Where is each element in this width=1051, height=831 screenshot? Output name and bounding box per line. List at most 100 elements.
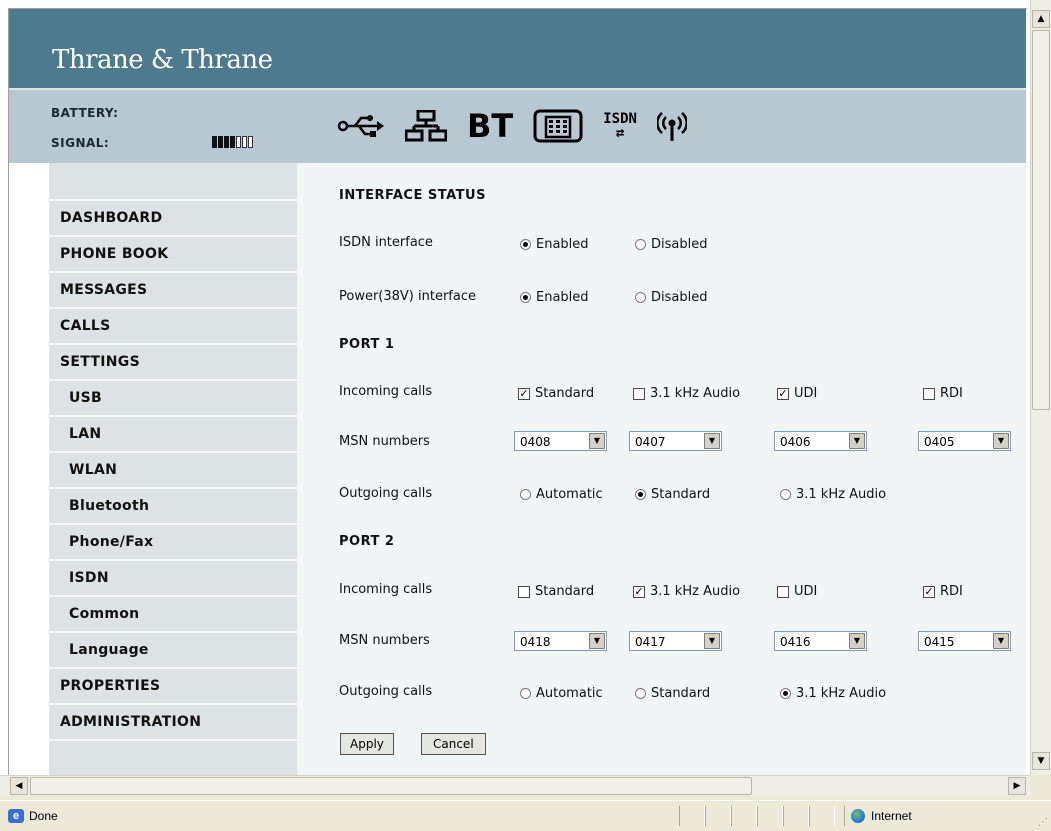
port1-outgoing-automatic-radio[interactable]: Automatic [520,487,603,502]
sidebar-item-language[interactable]: Language [49,633,297,669]
vertical-scrollbar[interactable]: ▲ ▼ [1030,0,1051,775]
radio-label: Standard [651,487,711,502]
radio-indicator[interactable] [635,489,646,500]
scroll-up-icon[interactable]: ▲ [1032,10,1050,28]
sidebar-item-phone-book[interactable]: PHONE BOOK [49,237,297,273]
chevron-down-icon[interactable]: ▼ [589,633,605,649]
scroll-down-icon[interactable]: ▼ [1032,752,1050,770]
port1-msn-select-4[interactable]: 0405 ▼ [918,431,1011,451]
isdn-settings-form: INTERFACE STATUS ISDN interface Enabled … [297,163,1026,775]
chevron-down-icon[interactable]: ▼ [849,633,865,649]
sidebar-item-properties[interactable]: PROPERTIES [49,669,297,705]
radio-indicator[interactable] [520,292,531,303]
chevron-down-icon[interactable]: ▼ [704,433,720,449]
cancel-button[interactable]: Cancel [421,733,486,755]
port1-title: PORT 1 [339,337,395,352]
port2-outgoing-automatic-radio[interactable]: Automatic [520,686,603,701]
port1-outgoing-standard-radio[interactable]: Standard [635,487,710,502]
chevron-down-icon[interactable]: ▼ [993,433,1009,449]
status-pane [679,806,705,826]
chevron-down-icon[interactable]: ▼ [589,433,605,449]
checkbox-box[interactable]: ✓ [777,387,789,400]
chevron-down-icon[interactable]: ▼ [993,633,1009,649]
port1-incoming-rdi-checkbox[interactable]: RDI [923,386,963,401]
isdn-interface-disabled-radio[interactable]: Disabled [635,237,707,252]
sidebar-item-dashboard[interactable]: DASHBOARD [49,201,297,237]
status-done: e Done [8,809,58,823]
checkbox-box[interactable] [923,387,935,400]
device-status-bar: BATTERY: SIGNAL: BT ISDN ⇄ [9,88,1026,163]
select-value: 0408 [520,435,551,449]
port1-msn-select-3[interactable]: 0406 ▼ [774,431,867,451]
port2-incoming-rdi-checkbox[interactable]: ✓ RDI [923,584,963,599]
sidebar-item-wlan[interactable]: WLAN [49,453,297,489]
checkbox-label: RDI [940,386,963,401]
checkbox-label: Standard [535,584,595,599]
port2-incoming-udi-checkbox[interactable]: UDI [777,584,817,599]
signal-bar [218,136,223,148]
checkbox-box[interactable]: ✓ [518,387,530,400]
chevron-down-icon[interactable]: ▼ [704,633,720,649]
power-interface-disabled-radio[interactable]: Disabled [635,290,707,305]
port2-incoming-audio-checkbox[interactable]: ✓ 3.1 kHz Audio [633,584,740,599]
port2-outgoing-audio-radio[interactable]: 3.1 kHz Audio [780,686,886,701]
horizontal-scrollbar[interactable]: ◀ ▶ [0,775,1030,796]
scroll-left-icon[interactable]: ◀ [10,777,28,795]
radio-indicator[interactable] [520,489,531,500]
checkbox-box[interactable] [777,585,789,598]
port2-msn-select-4[interactable]: 0415 ▼ [918,631,1011,651]
signal-bar [224,136,229,148]
port2-msn-select-2[interactable]: 0417 ▼ [629,631,722,651]
security-zone: Internet [844,806,1031,826]
checkbox-box[interactable]: ✓ [633,585,645,598]
apply-button[interactable]: Apply [340,733,394,755]
port1-msn-select-1[interactable]: 0408 ▼ [514,431,607,451]
lan-icon[interactable] [405,106,447,146]
brand-logo: Thrane & Thrane [52,45,273,75]
port1-incoming-udi-checkbox[interactable]: ✓ UDI [777,386,817,401]
checkbox-box[interactable]: ✓ [923,585,935,598]
sidebar-item-settings[interactable]: SETTINGS [49,345,297,381]
checkbox-box[interactable] [518,585,530,598]
sidebar-item-usb[interactable]: USB [49,381,297,417]
port2-outgoing-standard-radio[interactable]: Standard [635,686,710,701]
scroll-right-icon[interactable]: ▶ [1008,777,1026,795]
sidebar-item-bluetooth[interactable]: Bluetooth [49,489,297,525]
radio-indicator[interactable] [635,292,646,303]
resize-grip-icon[interactable]: ⋰ [1038,817,1048,828]
radio-indicator[interactable] [635,688,646,699]
sidebar-item-isdn[interactable]: ISDN [49,561,297,597]
sidebar-item-phone-fax[interactable]: Phone/Fax [49,525,297,561]
radio-indicator[interactable] [635,239,646,250]
phone-fax-icon[interactable] [533,106,583,146]
sidebar-item-lan[interactable]: LAN [49,417,297,453]
sidebar-item-common[interactable]: Common [49,597,297,633]
port2-msn-select-3[interactable]: 0416 ▼ [774,631,867,651]
scrollbar-corner [1030,775,1051,796]
port1-outgoing-audio-radio[interactable]: 3.1 kHz Audio [780,487,886,502]
checkbox-box[interactable] [633,387,645,400]
sidebar-item-messages[interactable]: MESSAGES [49,273,297,309]
usb-icon[interactable] [337,106,385,146]
radio-indicator[interactable] [520,688,531,699]
port2-msn-select-1[interactable]: 0418 ▼ [514,631,607,651]
bluetooth-icon[interactable]: BT [467,106,513,146]
radio-indicator[interactable] [780,489,791,500]
radio-indicator[interactable] [780,688,791,699]
wlan-icon[interactable] [656,106,687,146]
port1-incoming-standard-checkbox[interactable]: ✓ Standard [518,386,594,401]
horizontal-scroll-thumb[interactable] [30,777,752,795]
isdn-interface-enabled-radio[interactable]: Enabled [520,237,589,252]
port1-incoming-audio-checkbox[interactable]: 3.1 kHz Audio [633,386,740,401]
power-interface-enabled-radio[interactable]: Enabled [520,290,589,305]
vertical-scroll-thumb[interactable] [1032,30,1050,410]
port2-incoming-standard-checkbox[interactable]: Standard [518,584,594,599]
status-pane [705,806,731,826]
sidebar-item-calls[interactable]: CALLS [49,309,297,345]
radio-indicator[interactable] [520,239,531,250]
sidebar-item-administration[interactable]: ADMINISTRATION [49,705,297,741]
port1-msn-select-2[interactable]: 0407 ▼ [629,431,722,451]
sidebar-spacer [49,163,297,201]
chevron-down-icon[interactable]: ▼ [849,433,865,449]
isdn-icon[interactable]: ISDN ⇄ [603,106,637,146]
